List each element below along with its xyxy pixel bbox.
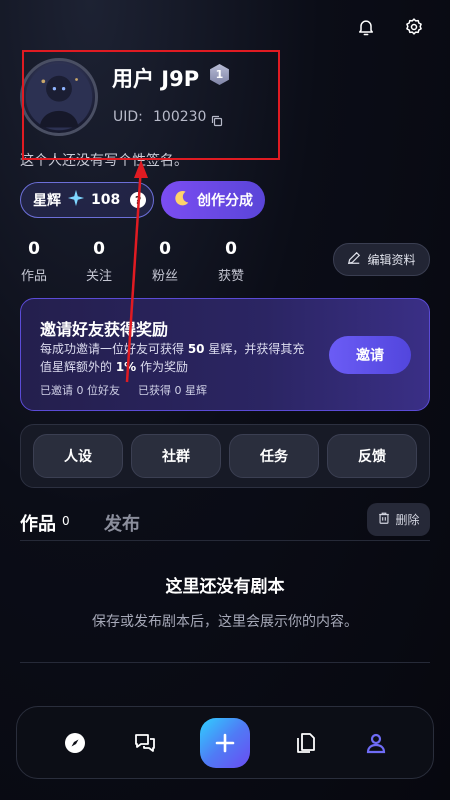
delete-button[interactable]: 删除 (367, 503, 430, 536)
feedback-button[interactable]: 反馈 (327, 434, 417, 478)
annotation-highlight-box (22, 50, 280, 160)
pencil-icon (347, 251, 361, 268)
moon-icon (173, 189, 191, 211)
tab-works[interactable]: 作品 (20, 510, 56, 536)
creator-revenue-button[interactable]: 创作分成 (161, 181, 265, 219)
invite-title: 邀请好友获得奖励 (40, 320, 169, 339)
likes-label: 获赞 (217, 269, 244, 284)
pages-icon[interactable] (292, 729, 320, 757)
tab-divider (20, 540, 430, 541)
compass-icon[interactable] (61, 729, 89, 757)
empty-state-description: 保存或发布剧本后，这里会展示你的内容。 (92, 614, 358, 630)
persona-button[interactable]: 人设 (33, 434, 123, 478)
tab-published[interactable]: 发布 (104, 510, 140, 536)
sparkle-icon (67, 189, 85, 211)
followers-count[interactable]: 0 (150, 239, 180, 259)
plus-icon (215, 733, 235, 753)
edit-profile-label: 编辑资料 (367, 253, 416, 267)
following-label: 关注 (85, 269, 112, 284)
bell-icon[interactable] (354, 15, 378, 39)
invite-button[interactable]: 邀请 (329, 336, 411, 374)
invited-count: 已邀请 0 位好友 (40, 384, 120, 397)
invite-description: 每成功邀请一位好友可获得 50 星辉，并获得其充值星辉额外的 1% 作为奖励 (40, 342, 305, 374)
user-icon[interactable] (362, 729, 390, 757)
star-label: 星辉 (33, 193, 61, 209)
followers-label: 粉丝 (151, 269, 178, 284)
content-divider (20, 662, 430, 663)
chat-icon[interactable] (131, 729, 159, 757)
delete-label: 删除 (395, 513, 420, 527)
gear-icon[interactable] (402, 15, 426, 39)
trash-icon (377, 511, 391, 528)
edit-profile-button[interactable]: 编辑资料 (333, 243, 430, 276)
creator-revenue-label: 创作分成 (197, 193, 253, 209)
following-count[interactable]: 0 (84, 239, 114, 259)
tab-works-count: 0 (62, 514, 70, 528)
help-icon[interactable]: ? (130, 192, 147, 208)
tasks-button[interactable]: 任务 (229, 434, 319, 478)
works-count[interactable]: 0 (19, 239, 49, 259)
create-button[interactable] (200, 718, 250, 768)
community-button[interactable]: 社群 (131, 434, 221, 478)
works-label: 作品 (20, 269, 47, 284)
earned-stars: 已获得 0 星辉 (138, 384, 207, 397)
likes-count[interactable]: 0 (216, 239, 246, 259)
star-balance-chip[interactable]: 星辉 108 ? (20, 182, 154, 218)
empty-state-title: 这里还没有剧本 (165, 577, 285, 597)
star-value: 108 (91, 192, 121, 208)
